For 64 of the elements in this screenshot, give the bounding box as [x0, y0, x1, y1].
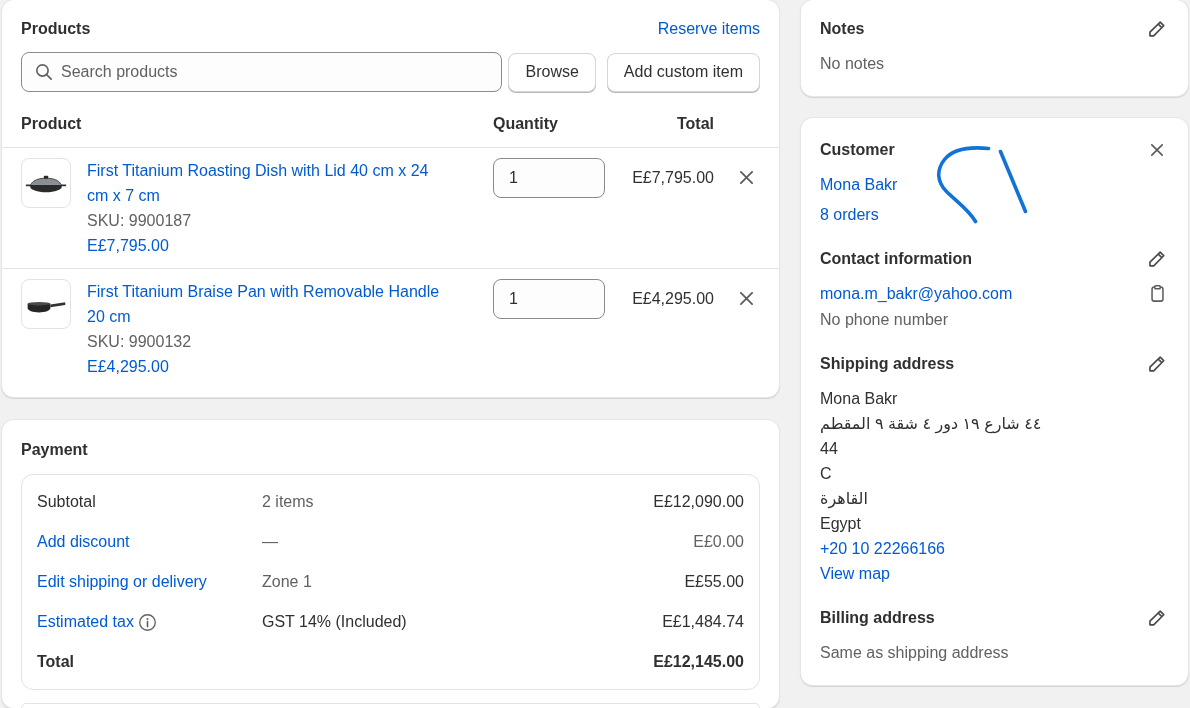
summary-amount: E£12,090.00	[653, 493, 744, 511]
view-map-link[interactable]: View map	[820, 561, 890, 586]
summary-link[interactable]: Estimated tax	[37, 613, 134, 631]
address-line: ٤٤ شارع ١٩ دور ٤ شقة ٩ المقطم	[820, 414, 1042, 436]
customer-heading: Customer	[820, 140, 895, 160]
close-icon[interactable]	[740, 171, 753, 184]
summary-detail: Zone 1	[262, 573, 312, 590]
search-icon	[36, 64, 52, 80]
summary-amount: E£0.00	[693, 533, 744, 551]
pencil-icon[interactable]	[1149, 21, 1165, 37]
address-line: Mona Bakr	[820, 389, 898, 409]
info-icon[interactable]	[138, 613, 156, 631]
notes-heading: Notes	[820, 19, 865, 39]
summary-label: Subtotal	[37, 493, 96, 511]
unit-price-link[interactable]: E£7,795.00	[87, 233, 169, 258]
orders-link[interactable]: 8 orders	[820, 202, 879, 227]
sku-text: SKU: 9900187	[87, 211, 192, 231]
total-amount: E£12,145.00	[653, 653, 744, 671]
summary-amount: E£55.00	[684, 573, 744, 591]
close-icon[interactable]	[1151, 144, 1163, 156]
customer-name-link[interactable]: Mona Bakr	[820, 172, 898, 197]
pan-drawing	[21, 279, 71, 329]
search-field[interactable]: Search products	[21, 52, 503, 92]
summary-link[interactable]: Add discount	[37, 533, 130, 551]
sku-text: SKU: 9900132	[87, 332, 192, 352]
summary-detail: —	[262, 533, 278, 550]
product-name-link[interactable]: First Titanium Braise Pan with Removable Handle 20 cm	[87, 279, 445, 329]
products-heading: Products	[21, 19, 91, 39]
phone-text: No phone number	[820, 310, 949, 330]
quantity-field[interactable]: 1	[493, 158, 605, 198]
clipboard-icon[interactable]	[1151, 285, 1164, 302]
summary-detail: 2 items	[262, 493, 314, 510]
summary-detail: GST 14% (Included)	[262, 613, 407, 630]
product-name-link[interactable]: First Titanium Roasting Dish with Lid 40 cm x 24 cm x 7 cm	[87, 158, 445, 208]
product-column-header: Product	[21, 114, 83, 134]
shipping-heading: Shipping address	[820, 354, 955, 374]
billing-heading: Billing address	[820, 608, 935, 628]
contact-heading: Contact information	[820, 249, 972, 269]
quantity-field[interactable]: 1	[493, 279, 605, 319]
summary-amount: E£1,484.74	[662, 613, 744, 631]
roasting-dish-drawing	[21, 158, 71, 208]
add-custom-item-button[interactable]: Add custom item	[606, 52, 760, 92]
total-label: Total	[37, 653, 75, 671]
address-line: Egypt	[820, 514, 861, 534]
unit-price-link[interactable]: E£4,295.00	[87, 354, 169, 379]
address-line: C	[820, 464, 832, 484]
line-total: E£7,795.00	[631, 168, 714, 188]
pencil-icon[interactable]	[1149, 356, 1165, 372]
browse-button[interactable]: Browse	[508, 52, 596, 92]
quantity-column-header: Quantity	[493, 114, 559, 134]
close-icon[interactable]	[740, 292, 753, 305]
line-total: E£4,295.00	[631, 289, 714, 309]
address-line: 44	[820, 439, 838, 459]
payment-heading: Payment	[21, 440, 89, 460]
summary-link[interactable]: Edit shipping or delivery	[37, 573, 207, 591]
email-link[interactable]: mona.m_bakr@yahoo.com	[820, 281, 1013, 306]
address-line: القاهرة	[820, 489, 868, 511]
billing-text: Same as shipping address	[820, 643, 1009, 663]
reserve-items-link[interactable]: Reserve items	[657, 18, 760, 40]
pencil-icon[interactable]	[1149, 610, 1165, 626]
phone-link[interactable]: +20 10 22266166	[820, 536, 945, 561]
notes-text: No notes	[820, 54, 886, 74]
total-column-header: Total	[675, 114, 714, 134]
pencil-icon[interactable]	[1149, 251, 1165, 267]
